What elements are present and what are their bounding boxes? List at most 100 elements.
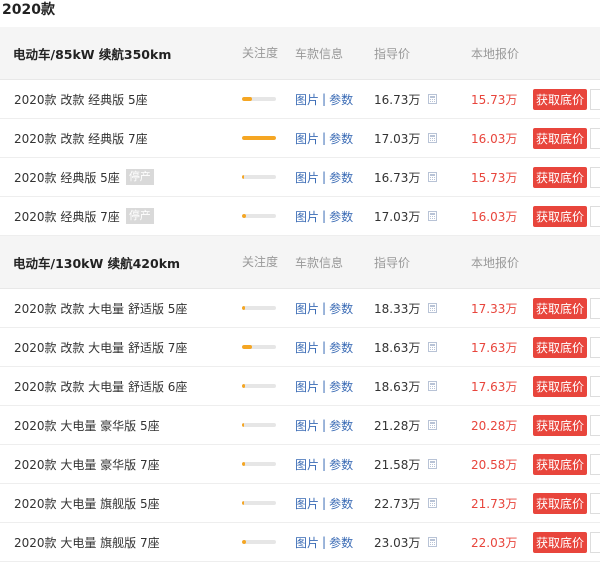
image-link[interactable]: 图片	[295, 300, 319, 317]
params-link[interactable]: 参数	[329, 208, 353, 225]
model-name[interactable]: 2020款 经典版 5座	[14, 169, 120, 186]
image-link[interactable]: 图片	[295, 169, 319, 186]
compare-box[interactable]	[590, 298, 600, 319]
params-link[interactable]: 参数	[329, 300, 353, 317]
get-lowest-price-button[interactable]: 获取底价	[533, 453, 587, 475]
compare-box[interactable]	[590, 167, 600, 188]
model-name[interactable]: 2020款 大电量 旗舰版 7座	[14, 534, 160, 551]
header-local-price: 本地报价	[471, 46, 520, 61]
attention-fill	[242, 462, 245, 466]
model-name[interactable]: 2020款 改款 经典版 5座	[14, 91, 148, 108]
model-name[interactable]: 2020款 大电量 豪华版 7座	[14, 456, 160, 473]
model-links: 图片 | 参数	[295, 367, 353, 405]
params-link[interactable]: 参数	[329, 130, 353, 147]
calculator-icon[interactable]	[428, 484, 437, 522]
model-links: 图片 | 参数	[295, 445, 353, 483]
image-link[interactable]: 图片	[295, 91, 319, 108]
link-separator: |	[322, 131, 327, 145]
model-name-cell: 2020款 经典版 5座 停产	[14, 158, 154, 196]
model-name-cell: 2020款 改款 大电量 舒适版 7座	[14, 328, 187, 366]
compare-box[interactable]	[590, 532, 600, 553]
calculator-icon[interactable]	[428, 197, 437, 235]
calculator-icon[interactable]	[428, 445, 437, 483]
image-link[interactable]: 图片	[295, 378, 319, 395]
attention-track	[242, 540, 276, 544]
get-lowest-price-button[interactable]: 获取底价	[533, 336, 587, 358]
model-name[interactable]: 2020款 改款 经典版 7座	[14, 130, 148, 147]
compare-box[interactable]	[590, 376, 600, 397]
params-link[interactable]: 参数	[329, 456, 353, 473]
get-price-cell: 获取底价	[533, 158, 587, 196]
calculator-icon[interactable]	[428, 158, 437, 196]
table-row: 2020款 改款 大电量 舒适版 6座 图片 | 参数 18.63万 17.63万 获取底价	[0, 367, 600, 406]
guide-price: 21.58万	[374, 457, 421, 472]
attention-fill	[242, 540, 246, 544]
model-name[interactable]: 2020款 改款 大电量 舒适版 7座	[14, 339, 187, 356]
image-link[interactable]: 图片	[295, 208, 319, 225]
local-price: 17.33万	[471, 301, 518, 316]
get-lowest-price-button[interactable]: 获取底价	[533, 492, 587, 514]
model-name[interactable]: 2020款 大电量 豪华版 5座	[14, 417, 160, 434]
compare-box[interactable]	[590, 415, 600, 436]
get-price-cell: 获取底价	[533, 406, 587, 444]
model-name[interactable]: 2020款 改款 大电量 舒适版 6座	[14, 378, 187, 395]
image-link[interactable]: 图片	[295, 534, 319, 551]
compare-box[interactable]	[590, 493, 600, 514]
image-link[interactable]: 图片	[295, 339, 319, 356]
compare-box[interactable]	[590, 206, 600, 227]
compare-box[interactable]	[590, 337, 600, 358]
model-links: 图片 | 参数	[295, 289, 353, 327]
compare-box[interactable]	[590, 454, 600, 475]
params-link[interactable]: 参数	[329, 495, 353, 512]
calculator-icon[interactable]	[428, 289, 437, 327]
attention-track	[242, 97, 276, 101]
calculator-icon[interactable]	[428, 119, 437, 157]
compare-box[interactable]	[590, 89, 600, 110]
attention-bar	[242, 445, 278, 483]
image-link[interactable]: 图片	[295, 417, 319, 434]
model-name-cell: 2020款 大电量 旗舰版 7座	[14, 523, 160, 561]
image-link[interactable]: 图片	[295, 130, 319, 147]
guide-price: 21.28万	[374, 418, 421, 433]
link-separator: |	[322, 418, 327, 432]
model-links: 图片 | 参数	[295, 406, 353, 444]
model-name[interactable]: 2020款 大电量 旗舰版 5座	[14, 495, 160, 512]
get-price-cell: 获取底价	[533, 80, 587, 118]
compare-box[interactable]	[590, 128, 600, 149]
model-links: 图片 | 参数	[295, 80, 353, 118]
attention-track	[242, 175, 276, 179]
calculator-icon[interactable]	[428, 80, 437, 118]
params-link[interactable]: 参数	[329, 169, 353, 186]
model-name[interactable]: 2020款 经典版 7座	[14, 208, 120, 225]
attention-track	[242, 423, 276, 427]
model-name[interactable]: 2020款 改款 大电量 舒适版 5座	[14, 300, 187, 317]
get-lowest-price-button[interactable]: 获取底价	[533, 205, 587, 227]
params-link[interactable]: 参数	[329, 378, 353, 395]
get-lowest-price-button[interactable]: 获取底价	[533, 414, 587, 436]
image-link[interactable]: 图片	[295, 495, 319, 512]
attention-fill	[242, 175, 244, 179]
attention-track	[242, 306, 276, 310]
params-link[interactable]: 参数	[329, 91, 353, 108]
guide-price: 16.73万	[374, 170, 421, 185]
params-link[interactable]: 参数	[329, 417, 353, 434]
link-separator: |	[322, 379, 327, 393]
get-lowest-price-button[interactable]: 获取底价	[533, 127, 587, 149]
model-name-cell: 2020款 改款 经典版 5座	[14, 80, 148, 118]
local-price: 21.73万	[471, 496, 518, 511]
model-name-cell: 2020款 经典版 7座 停产	[14, 197, 154, 235]
calculator-icon[interactable]	[428, 406, 437, 444]
calculator-icon[interactable]	[428, 328, 437, 366]
get-lowest-price-button[interactable]: 获取底价	[533, 297, 587, 319]
get-lowest-price-button[interactable]: 获取底价	[533, 166, 587, 188]
get-lowest-price-button[interactable]: 获取底价	[533, 375, 587, 397]
year-title: 2020款	[2, 2, 55, 18]
image-link[interactable]: 图片	[295, 456, 319, 473]
params-link[interactable]: 参数	[329, 534, 353, 551]
calculator-icon[interactable]	[428, 523, 437, 561]
calculator-icon[interactable]	[428, 367, 437, 405]
model-links: 图片 | 参数	[295, 484, 353, 522]
get-lowest-price-button[interactable]: 获取底价	[533, 531, 587, 553]
get-lowest-price-button[interactable]: 获取底价	[533, 88, 587, 110]
params-link[interactable]: 参数	[329, 339, 353, 356]
